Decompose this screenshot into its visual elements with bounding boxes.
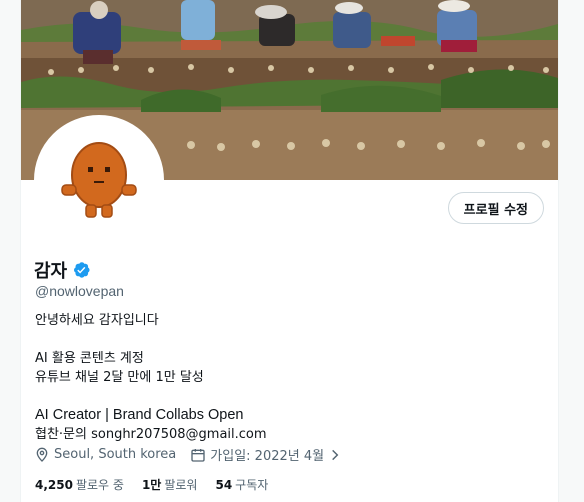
- following-label: 팔로우 중: [75, 478, 124, 492]
- subscriptions-count: 54: [215, 478, 233, 492]
- calendar-icon: [190, 447, 206, 463]
- bio-line: 안녕하세요 감자입니다: [35, 313, 159, 328]
- bio-line: [35, 387, 267, 406]
- following-stat[interactable]: 4,250 팔로우 중: [35, 476, 124, 493]
- followers-count: 1만: [141, 478, 162, 492]
- profile-display-name: 감자: [34, 261, 68, 282]
- verified-badge-icon[interactable]: [71, 260, 91, 280]
- profile-location: Seoul, South korea: [34, 447, 176, 463]
- bio-line: 유튜브 채널 2달 만에 1만 달성: [35, 370, 204, 385]
- bio-line-email[interactable]: 협찬·문의 songhr207508@gmail.com: [35, 425, 267, 444]
- bio-line: AI 활용 콘텐츠 계정: [35, 351, 144, 366]
- profile-stats: 4,250 팔로우 중 1만 팔로워 54 구독자: [35, 476, 268, 493]
- profile-handle: @nowlovepan: [35, 283, 124, 299]
- bio-line: AI Creator | Brand Collabs Open: [35, 407, 244, 423]
- location-pin-icon: [34, 447, 50, 463]
- profile-meta: Seoul, South korea 가입일: 2022년 4월: [34, 445, 342, 464]
- followers-stat[interactable]: 1만 팔로워: [142, 476, 198, 493]
- profile-card: 프로필 수정 감자 @nowlovepan 안녕하세요 감자입니다 AI 활용 …: [20, 0, 559, 502]
- following-count: 4,250: [35, 478, 73, 492]
- subscriptions-stat[interactable]: 54 구독자: [215, 476, 268, 493]
- joined-text: 가입일: 2022년 4월: [210, 449, 325, 464]
- bio-line: [35, 330, 267, 349]
- subscriptions-label: 구독자: [235, 478, 269, 492]
- potato-avatar-image: [38, 119, 160, 241]
- location-text: Seoul, South korea: [54, 447, 177, 462]
- chevron-right-icon[interactable]: [328, 448, 342, 462]
- profile-bio: 안녕하세요 감자입니다 AI 활용 콘텐츠 계정 유튜브 채널 2달 만에 1만…: [35, 311, 267, 444]
- profile-avatar[interactable]: [34, 115, 164, 245]
- followers-label: 팔로워: [164, 478, 198, 492]
- profile-joined[interactable]: 가입일: 2022년 4월: [190, 445, 342, 464]
- edit-profile-button[interactable]: 프로필 수정: [447, 192, 544, 224]
- profile-name-row: 감자: [34, 257, 91, 283]
